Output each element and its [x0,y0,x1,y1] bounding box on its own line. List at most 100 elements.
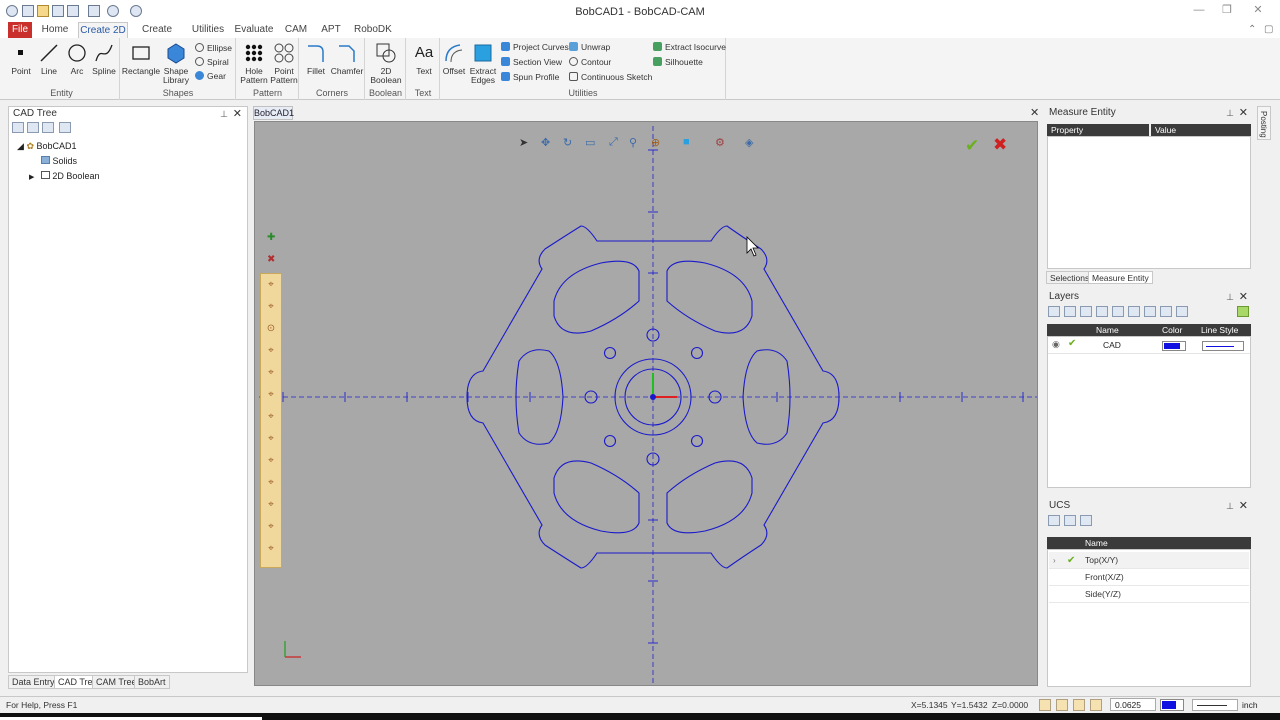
ucs-tool-2-icon[interactable] [1064,515,1076,526]
layer-view-icon[interactable]: ◈ [745,136,753,149]
ucs-row-front[interactable]: Front(X/Z) [1049,569,1249,586]
tree-tool-3-icon[interactable] [42,122,54,133]
snap-nearest-icon[interactable]: ⌖ [264,388,278,402]
pan-icon[interactable]: ✥ [541,136,550,149]
tree-tool-2-icon[interactable] [27,122,39,133]
offset-button[interactable]: Offset [441,42,467,76]
ucs-row-top[interactable]: › ✔ Top(X/Y) [1049,552,1249,569]
snap-endpoint-icon[interactable]: ⌖ [264,278,278,292]
layer-tool-4-icon[interactable] [1096,306,1108,317]
zoom-icon[interactable]: ⚲ [629,136,637,149]
tab-cam[interactable]: CAM [283,22,309,38]
layer-row[interactable]: ◉ ✔ CAD [1048,338,1250,354]
line-button[interactable]: Line [36,42,62,76]
tab-selections[interactable]: Selections [1046,271,1094,284]
snap-intersection-icon[interactable]: ⌖ [264,366,278,380]
confirm-icon[interactable]: ✔ [965,136,979,156]
step-size-input[interactable]: 0.0625 [1110,698,1156,711]
help-icon[interactable]: ▢ [1264,24,1273,35]
layer-visibility-icon[interactable] [1237,306,1249,317]
measure-icon[interactable]: ⊕ [651,136,660,149]
layer-tool-3-icon[interactable] [1080,306,1092,317]
fillet-button[interactable]: Fillet [302,42,330,76]
ucs-name-column[interactable]: Name [1085,537,1108,549]
snap-perpendicular-icon[interactable]: ⌖ [264,432,278,446]
close-icon[interactable]: ✕ [1239,106,1248,120]
rectangle-button[interactable]: Rectangle [121,42,161,76]
layer-color-picker[interactable] [1162,341,1186,351]
pin-icon[interactable]: ⊥ [220,107,228,121]
expand-arrow-icon[interactable]: ▶ [29,174,34,181]
tab-apt[interactable]: APT [319,22,343,38]
posting-tab[interactable]: Posting [1257,106,1271,140]
close-icon[interactable]: ✕ [1239,290,1248,304]
boolean-2d-button[interactable]: 2D Boolean [368,42,404,85]
layer-tool-8-icon[interactable] [1160,306,1172,317]
ucs-tool-1-icon[interactable] [1048,515,1060,526]
delete-layer-icon[interactable] [1064,306,1076,317]
color-picker[interactable] [1160,699,1184,711]
select-arrow-icon[interactable]: ➤ [519,136,528,149]
shape-library-button[interactable]: Shape Library [161,42,191,85]
point-button[interactable]: Point [8,42,34,76]
restore-icon[interactable]: ❐ [1220,4,1234,16]
close-document-icon[interactable]: ✕ [1030,106,1039,119]
layers-color-column[interactable]: Color [1162,324,1182,336]
hole-pattern-button[interactable]: Hole Pattern [239,42,269,85]
unwrap-button[interactable]: Unwrap [569,41,610,54]
document-tab[interactable]: BobCAD1 [253,106,294,120]
continuous-sketch-button[interactable]: Continuous Sketch [569,71,652,84]
expand-arrow-icon[interactable]: › [1053,552,1056,569]
tab-bobart[interactable]: BobArt [134,675,170,689]
tree-tool-1-icon[interactable] [12,122,24,133]
zoom-window-icon[interactable]: ▭ [585,136,595,149]
display-mode-icon[interactable]: ⚙ [715,136,725,149]
snap-tangent-icon[interactable]: ⌖ [264,410,278,424]
layer-tool-7-icon[interactable] [1144,306,1156,317]
tab-file[interactable]: File [8,22,32,38]
rotate-icon[interactable]: ↻ [563,136,572,149]
snap-add-icon[interactable]: ✚ [267,232,275,243]
layer-line-style-picker[interactable] [1202,341,1244,351]
spun-profile-button[interactable]: Spun Profile [501,71,559,84]
ortho-toggle-icon[interactable] [1073,699,1085,711]
pin-icon[interactable]: ⊥ [1226,290,1234,304]
value-column-header[interactable]: Value [1151,124,1251,136]
close-icon[interactable]: ✕ [233,107,242,121]
tab-evaluate[interactable]: Evaluate [234,22,274,38]
tree-node-root[interactable]: ◢ ✿ BobCAD1 [17,139,77,153]
tab-robodk[interactable]: RoboDK [354,22,392,38]
snap-quadrant-icon[interactable]: ⌖ [264,344,278,358]
tab-create-2d[interactable]: Create 2D [78,22,128,38]
layers-line-style-column[interactable]: Line Style [1201,324,1238,336]
silhouette-button[interactable]: Silhouette [653,56,703,69]
layer-tool-5-icon[interactable] [1112,306,1124,317]
collapse-arrow-icon[interactable]: ◢ [17,141,24,151]
polar-toggle-icon[interactable] [1090,699,1102,711]
active-check-icon[interactable]: ✔ [1068,338,1076,349]
tab-measure-entity[interactable]: Measure Entity [1088,271,1153,284]
ucs-tool-3-icon[interactable] [1080,515,1092,526]
snap-point-icon[interactable]: ⌖ [264,498,278,512]
cad-viewport[interactable]: ➤ ✥ ↻ ▭ ⤢ ⚲ ⊕ ■ ⚙ ◈ ✔ ✖ ✚ ✖ [254,121,1038,686]
tab-create-3d[interactable]: Create 3D [135,22,179,50]
line-style-picker[interactable] [1192,699,1238,711]
collapse-ribbon-icon[interactable]: ⌃ [1248,24,1256,35]
close-icon[interactable]: ✕ [1239,499,1248,513]
layer-tool-6-icon[interactable] [1128,306,1140,317]
contour-button[interactable]: Contour [569,56,611,69]
close-window-icon[interactable]: ✕ [1251,4,1265,16]
text-button[interactable]: Aa Text [409,42,439,76]
layers-name-column[interactable]: Name [1096,324,1119,336]
gear-button[interactable]: Gear [195,70,226,83]
layer-tool-9-icon[interactable] [1176,306,1188,317]
grid-toggle-icon[interactable] [1056,699,1068,711]
snap-grid-icon[interactable]: ⌖ [264,454,278,468]
spiral-button[interactable]: Spiral [195,56,229,69]
spline-button[interactable]: Spline [90,42,118,76]
ellipse-button[interactable]: Ellipse [195,42,232,55]
ucs-row-side[interactable]: Side(Y/Z) [1049,586,1249,603]
zoom-extents-icon[interactable]: ⤢ [609,136,618,149]
project-curves-button[interactable]: Project Curves [501,41,569,54]
snap-toggle-icon[interactable] [1039,699,1051,711]
